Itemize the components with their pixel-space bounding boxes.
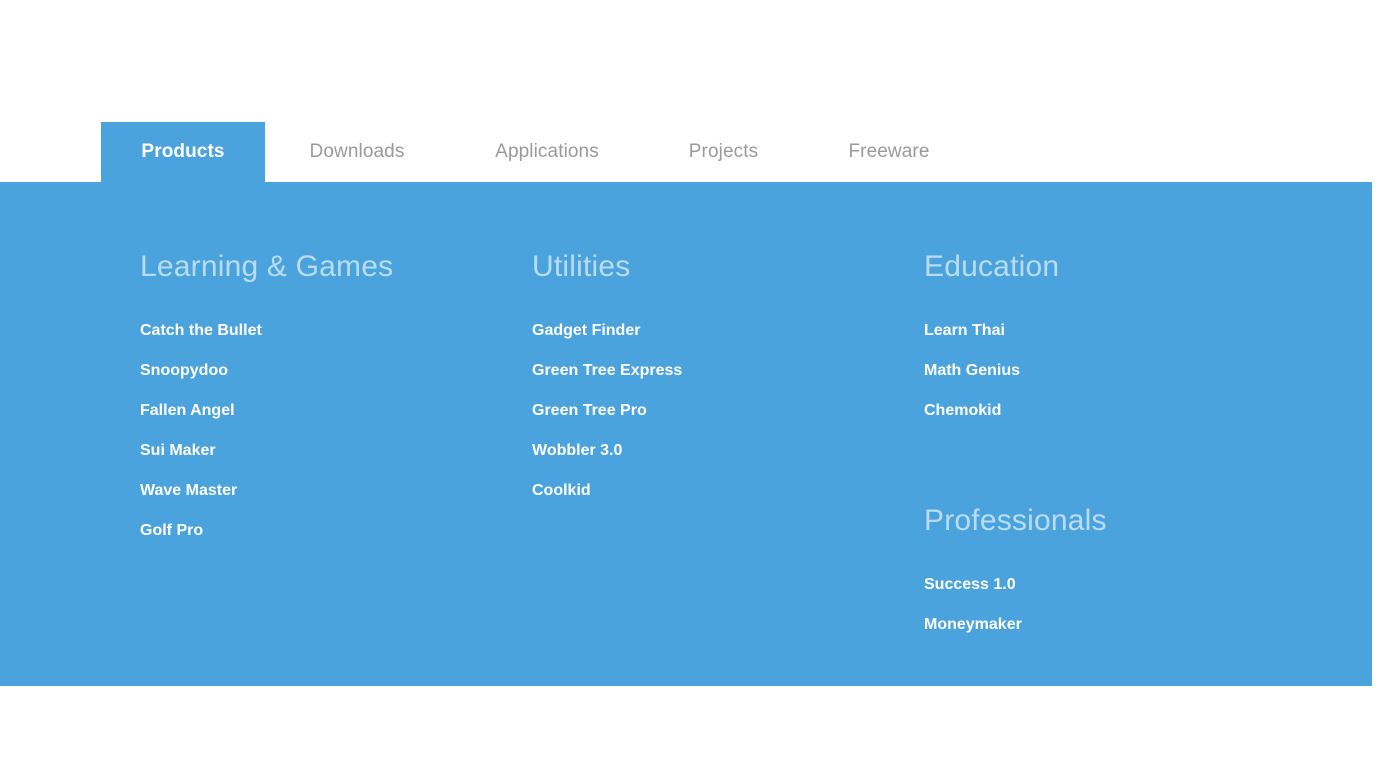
- tab-products-label: Products: [141, 141, 225, 162]
- list-item: Fallen Angel: [140, 391, 500, 431]
- list-item: Moneymaker: [924, 605, 1324, 645]
- link-math-genius[interactable]: Math Genius: [924, 351, 1324, 391]
- tab-projects-label: Projects: [688, 141, 759, 162]
- link-wobbler-30[interactable]: Wobbler 3.0: [532, 431, 892, 471]
- list-item: Green Tree Express: [532, 351, 892, 391]
- link-green-tree-pro[interactable]: Green Tree Pro: [532, 391, 892, 431]
- mega-menu-panel: Learning & Games Catch the Bullet Snoopy…: [0, 182, 1372, 686]
- list-item: Wobbler 3.0: [532, 431, 892, 471]
- tab-freeware-label: Freeware: [848, 141, 930, 162]
- tab-projects[interactable]: Projects: [645, 122, 802, 182]
- page-root: Products Downloads Applications Projects…: [0, 0, 1382, 761]
- link-snoopydoo[interactable]: Snoopydoo: [140, 351, 500, 391]
- link-list-learning-games: Catch the Bullet Snoopydoo Fallen Angel …: [140, 311, 500, 551]
- tab-downloads-label: Downloads: [309, 141, 405, 162]
- list-item: Wave Master: [140, 471, 500, 511]
- list-item: Chemokid: [924, 391, 1324, 431]
- link-golf-pro[interactable]: Golf Pro: [140, 511, 500, 551]
- group-heading-professionals: Professionals: [924, 504, 1107, 537]
- list-item: Snoopydoo: [140, 351, 500, 391]
- link-wave-master[interactable]: Wave Master: [140, 471, 500, 511]
- link-list-education: Learn Thai Math Genius Chemokid: [924, 311, 1324, 431]
- link-coolkid[interactable]: Coolkid: [532, 471, 892, 511]
- link-success-10[interactable]: Success 1.0: [924, 565, 1324, 605]
- list-item: Golf Pro: [140, 511, 500, 551]
- list-item: Coolkid: [532, 471, 892, 511]
- tab-downloads[interactable]: Downloads: [265, 122, 449, 182]
- link-list-professionals: Success 1.0 Moneymaker: [924, 565, 1324, 645]
- mega-menu-column-1: Learning & Games Catch the Bullet Snoopy…: [140, 182, 500, 551]
- list-item: Green Tree Pro: [532, 391, 892, 431]
- link-chemokid[interactable]: Chemokid: [924, 391, 1324, 431]
- link-learn-thai[interactable]: Learn Thai: [924, 311, 1324, 351]
- group-heading-learning-games: Learning & Games: [140, 250, 394, 283]
- mega-menu-column-3: Education Learn Thai Math Genius Chemoki…: [924, 182, 1324, 645]
- list-item: Gadget Finder: [532, 311, 892, 351]
- link-green-tree-express[interactable]: Green Tree Express: [532, 351, 892, 391]
- list-item: Sui Maker: [140, 431, 500, 471]
- list-item: Catch the Bullet: [140, 311, 500, 351]
- tab-freeware[interactable]: Freeware: [802, 122, 976, 182]
- link-fallen-angel[interactable]: Fallen Angel: [140, 391, 500, 431]
- list-item: Math Genius: [924, 351, 1324, 391]
- link-catch-the-bullet[interactable]: Catch the Bullet: [140, 311, 500, 351]
- group-heading-utilities: Utilities: [532, 250, 631, 283]
- main-tab-bar: Products Downloads Applications Projects…: [0, 122, 1382, 182]
- list-item: Success 1.0: [924, 565, 1324, 605]
- link-moneymaker[interactable]: Moneymaker: [924, 605, 1324, 645]
- tab-applications-label: Applications: [495, 141, 599, 162]
- link-sui-maker[interactable]: Sui Maker: [140, 431, 500, 471]
- tab-products[interactable]: Products: [101, 122, 265, 182]
- group-heading-education: Education: [924, 250, 1060, 283]
- tab-applications[interactable]: Applications: [449, 122, 645, 182]
- list-item: Learn Thai: [924, 311, 1324, 351]
- mega-menu-columns: Learning & Games Catch the Bullet Snoopy…: [0, 182, 1372, 686]
- link-list-utilities: Gadget Finder Green Tree Express Green T…: [532, 311, 892, 511]
- link-gadget-finder[interactable]: Gadget Finder: [532, 311, 892, 351]
- mega-menu-column-2: Utilities Gadget Finder Green Tree Expre…: [532, 182, 892, 511]
